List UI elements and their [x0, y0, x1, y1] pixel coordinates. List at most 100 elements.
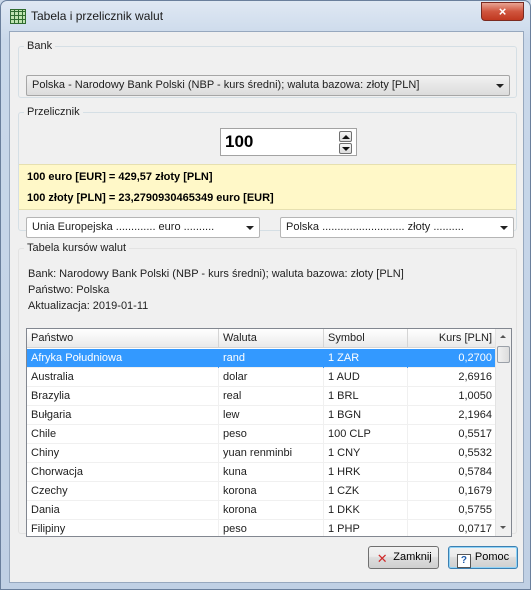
table-row[interactable]: Chiny yuan renminbi 1 CNY 0,5532 — [27, 444, 497, 463]
cell-rate: 2,6916 — [408, 368, 497, 387]
table-row[interactable]: Filipiny peso 1 PHP 0,0717 — [27, 520, 497, 536]
chevron-down-icon — [246, 226, 254, 230]
bank-select-value: Polska - Narodowy Bank Polski (NBP - kur… — [32, 79, 420, 91]
table-header: Państwo Waluta Symbol Kurs [PLN] — [27, 329, 497, 348]
bank-select[interactable]: Polska - Narodowy Bank Polski (NBP - kur… — [26, 75, 510, 96]
cell-rate: 0,2700 — [408, 349, 497, 368]
cell-rate: 0,0717 — [408, 520, 497, 536]
cell-rate: 1,0050 — [408, 387, 497, 406]
cell-country: Australia — [27, 368, 219, 387]
cell-symbol: 1 PHP — [324, 520, 408, 536]
update-date: Aktualizacja: 2019-01-11 — [28, 300, 149, 312]
dialog-body: Bank Polska - Narodowy Bank Polski (NBP … — [9, 31, 524, 583]
cell-rate: 0,5755 — [408, 501, 497, 520]
help-icon: ? — [456, 554, 471, 568]
app-window: Tabela i przelicznik walut × Bank Polska… — [0, 0, 531, 590]
to-currency-value: Polska ........................... złoty… — [286, 221, 464, 233]
cell-symbol: 1 HRK — [324, 463, 408, 482]
table-row[interactable]: Czechy korona 1 CZK 0,1679 — [27, 482, 497, 501]
cell-country: Czechy — [27, 482, 219, 501]
cell-currency: real — [219, 387, 324, 406]
cell-symbol: 100 CLP — [324, 425, 408, 444]
cell-country: Bułgaria — [27, 406, 219, 425]
close-button-label: Zamknij — [393, 551, 432, 563]
cell-rate: 0,5517 — [408, 425, 497, 444]
cell-currency: peso — [219, 425, 324, 444]
table-row[interactable]: Australia dolar 1 AUD 2,6916 — [27, 368, 497, 387]
help-button-label: Pomoc — [474, 551, 510, 563]
window-title: Tabela i przelicznik walut — [31, 9, 164, 23]
bank-group-label: Bank — [27, 40, 53, 52]
from-currency-value: Unia Europejska ............. euro .....… — [32, 221, 215, 233]
converter-group: Przelicznik 100 100 euro [EUR] = 429,57 … — [18, 106, 517, 238]
rates-table[interactable]: Państwo Waluta Symbol Kurs [PLN] Afryka … — [26, 328, 512, 537]
vertical-scrollbar[interactable] — [495, 329, 511, 536]
cell-country: Chile — [27, 425, 219, 444]
cell-symbol: 1 AUD — [324, 368, 408, 387]
table-row[interactable]: Chile peso 100 CLP 0,5517 — [27, 425, 497, 444]
cell-symbol: 1 CNY — [324, 444, 408, 463]
cell-rate: 0,5532 — [408, 444, 497, 463]
chevron-down-icon — [496, 84, 504, 88]
scroll-up-button[interactable] — [496, 329, 511, 345]
cell-rate: 0,5784 — [408, 463, 497, 482]
cell-country: Afryka Południowa — [27, 349, 219, 368]
rates-table-group-label: Tabela kursów walut — [27, 242, 127, 254]
cell-currency: rand — [219, 349, 324, 368]
cell-symbol: 1 ZAR — [324, 349, 408, 368]
converter-group-label: Przelicznik — [27, 106, 80, 118]
cell-symbol: 1 CZK — [324, 482, 408, 501]
cell-country: Dania — [27, 501, 219, 520]
cell-country: Chorwacja — [27, 463, 219, 482]
amount-input[interactable]: 100 — [220, 128, 357, 156]
bank-info: Bank: Narodowy Bank Polski (NBP - kurs ś… — [28, 268, 404, 280]
table-app-icon — [10, 9, 26, 24]
conversion-result: 100 euro [EUR] = 429,57 złoty [PLN] 100 … — [19, 164, 516, 210]
result-line-forward: 100 euro [EUR] = 429,57 złoty [PLN] — [27, 171, 213, 183]
chevron-down-icon — [500, 226, 508, 230]
table-row[interactable]: Afryka Południowa rand 1 ZAR 0,2700 — [27, 349, 497, 368]
cell-symbol: 1 BGN — [324, 406, 408, 425]
table-row[interactable]: Bułgaria lew 1 BGN 2,1964 — [27, 406, 497, 425]
rates-table-group: Tabela kursów walut Bank: Narodowy Bank … — [18, 242, 517, 537]
scroll-thumb[interactable] — [497, 346, 510, 363]
column-header-country[interactable]: Państwo — [27, 329, 219, 348]
table-row[interactable]: Chorwacja kuna 1 HRK 0,5784 — [27, 463, 497, 482]
cell-currency: korona — [219, 482, 324, 501]
bank-group: Bank Polska - Narodowy Bank Polski (NBP … — [18, 40, 517, 98]
cell-symbol: 1 BRL — [324, 387, 408, 406]
amount-increment-button[interactable] — [339, 131, 352, 142]
title-bar: Tabela i przelicznik walut × — [1, 1, 530, 31]
cell-rate: 2,1964 — [408, 406, 497, 425]
cell-country: Filipiny — [27, 520, 219, 536]
scroll-down-button[interactable] — [496, 520, 511, 536]
close-button[interactable]: ✕ Zamknij — [368, 546, 439, 569]
from-currency-select[interactable]: Unia Europejska ............. euro .....… — [26, 217, 260, 238]
column-header-rate[interactable]: Kurs [PLN] — [408, 329, 497, 348]
help-button[interactable]: ? Pomoc — [448, 546, 518, 569]
arrow-down-icon — [500, 526, 506, 529]
cell-currency: lew — [219, 406, 324, 425]
cell-symbol: 1 DKK — [324, 501, 408, 520]
cell-currency: korona — [219, 501, 324, 520]
cell-country: Brazylia — [27, 387, 219, 406]
table-row[interactable]: Dania korona 1 DKK 0,5755 — [27, 501, 497, 520]
to-currency-select[interactable]: Polska ........................... złoty… — [280, 217, 514, 238]
arrow-down-icon — [342, 147, 350, 151]
amount-decrement-button[interactable] — [339, 143, 352, 154]
cell-currency: yuan renminbi — [219, 444, 324, 463]
column-header-currency[interactable]: Waluta — [219, 329, 324, 348]
arrow-up-icon — [500, 335, 506, 338]
result-line-reverse: 100 złoty [PLN] = 23,2790930465349 euro … — [27, 192, 274, 204]
cell-currency: dolar — [219, 368, 324, 387]
cell-rate: 0,1679 — [408, 482, 497, 501]
cell-currency: peso — [219, 520, 324, 536]
close-icon: ✕ — [376, 551, 388, 566]
column-header-symbol[interactable]: Symbol — [324, 329, 408, 348]
arrow-up-icon — [342, 135, 350, 139]
cell-country: Chiny — [27, 444, 219, 463]
window-close-button[interactable]: × — [481, 2, 524, 21]
cell-currency: kuna — [219, 463, 324, 482]
country-info: Państwo: Polska — [28, 284, 110, 296]
table-row[interactable]: Brazylia real 1 BRL 1,0050 — [27, 387, 497, 406]
